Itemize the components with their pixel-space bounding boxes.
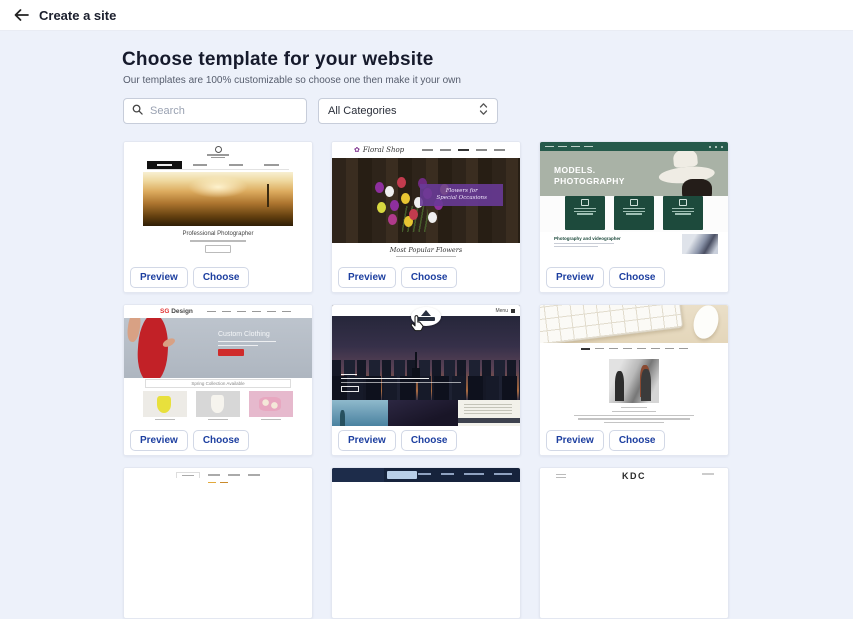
floral-footer-title: Most Popular Flowers (332, 246, 520, 254)
main-heading: Choose template for your website (122, 49, 434, 71)
models-feature-tile (663, 196, 703, 230)
main-subheading: Our templates are 100% customizable so c… (123, 75, 461, 86)
flower-icon: ✿ (354, 146, 360, 154)
thumb-statue-of-liberty (332, 400, 388, 426)
fashion-mini-button (218, 349, 244, 356)
red-dress-graphic (136, 318, 171, 378)
app-header: Create a site (0, 0, 853, 31)
photographer-mini-button (205, 245, 231, 253)
category-selected-value: All Categories (328, 105, 396, 117)
category-dropdown[interactable]: All Categories (318, 98, 498, 124)
models-feature-tile (565, 196, 605, 230)
thumb-sketch (458, 400, 520, 426)
preview-button[interactable]: Preview (546, 430, 604, 451)
fashion-brand: SG Design (160, 308, 193, 315)
fashion-banner: Spring Collection Available (145, 379, 292, 388)
template-preview-models: MODELS. PHOTOGRAPHY Photography and vide… (540, 142, 728, 263)
template-card-fashion[interactable]: SG Design Custom Clothing Spring Collect… (123, 304, 313, 456)
template-card-partial-1[interactable] (123, 467, 313, 619)
select-chevrons-icon (479, 102, 488, 121)
fashion-hero-image: Custom Clothing (124, 318, 312, 378)
preview-button[interactable]: Preview (130, 430, 188, 451)
models-feature-tile (614, 196, 654, 230)
preview-button[interactable]: Preview (130, 267, 188, 288)
keyboard-banner-image (540, 305, 728, 343)
search-box[interactable] (123, 98, 307, 124)
choose-button[interactable]: Choose (193, 267, 250, 288)
template-card-partial-3[interactable]: KDC (539, 467, 729, 619)
search-icon (132, 102, 143, 120)
search-input[interactable] (150, 105, 298, 117)
menu-icon (511, 309, 515, 313)
models-title: MODELS. PHOTOGRAPHY (554, 165, 625, 186)
fashion-hero-title: Custom Clothing (218, 331, 276, 338)
product-thumb (196, 391, 240, 426)
choose-button[interactable]: Choose (193, 430, 250, 451)
cityblog-menu-label: Menu (495, 308, 508, 314)
mountain-logo-icon (421, 310, 431, 316)
preview-button[interactable]: Preview (338, 430, 396, 451)
preview-button[interactable]: Preview (338, 267, 396, 288)
template-preview-photographer: Professional Photographer (124, 142, 312, 263)
models-section-image (682, 234, 718, 254)
page-title: Create a site (39, 8, 116, 23)
preview-button[interactable]: Preview (546, 267, 604, 288)
template-card-partial-2[interactable] (331, 467, 521, 619)
mouse-graphic (690, 305, 722, 342)
template-preview-floral: ✿ Floral Shop Flowers for Special Occasi… (332, 142, 520, 263)
choose-button[interactable]: Choose (609, 267, 666, 288)
photographer-title: Professional Photographer (124, 231, 312, 237)
photographer-hero-image (143, 172, 293, 226)
choose-button[interactable]: Choose (401, 430, 458, 451)
product-thumb (249, 391, 293, 426)
thumb-night-sky (388, 400, 458, 426)
template-preview-fashion: SG Design Custom Clothing Spring Collect… (124, 305, 312, 426)
template-card-keyboard[interactable]: Preview Choose (539, 304, 729, 456)
floral-overlay-box: Flowers for Special Occasions (420, 184, 503, 207)
photographer-logo-icon (215, 146, 222, 153)
choose-button[interactable]: Choose (609, 430, 666, 451)
floral-hero-image: Flowers for Special Occasions (332, 158, 520, 243)
cityblog-logo-badge (411, 307, 441, 326)
office-photo (609, 359, 659, 403)
template-card-models[interactable]: MODELS. PHOTOGRAPHY Photography and vide… (539, 141, 729, 293)
choose-button[interactable]: Choose (401, 267, 458, 288)
floral-brand: Floral Shop (363, 146, 404, 154)
keyboard-graphic (540, 305, 683, 343)
template-card-photographer[interactable]: Professional Photographer Preview Choose (123, 141, 313, 293)
back-arrow-icon[interactable] (10, 4, 32, 26)
template-card-floral[interactable]: ✿ Floral Shop Flowers for Special Occasi… (331, 141, 521, 293)
cityblog-article-text (341, 371, 461, 392)
template-preview-keyboard (540, 305, 728, 426)
template-card-cityblog[interactable]: Menu Preview Choose (331, 304, 521, 456)
keyboard-body-text (540, 407, 728, 423)
template-grid: Professional Photographer Preview Choose… (123, 141, 729, 619)
lightblue-logo-block (387, 471, 417, 479)
template-preview-cityblog: Menu (332, 305, 520, 426)
product-thumb (143, 391, 187, 426)
